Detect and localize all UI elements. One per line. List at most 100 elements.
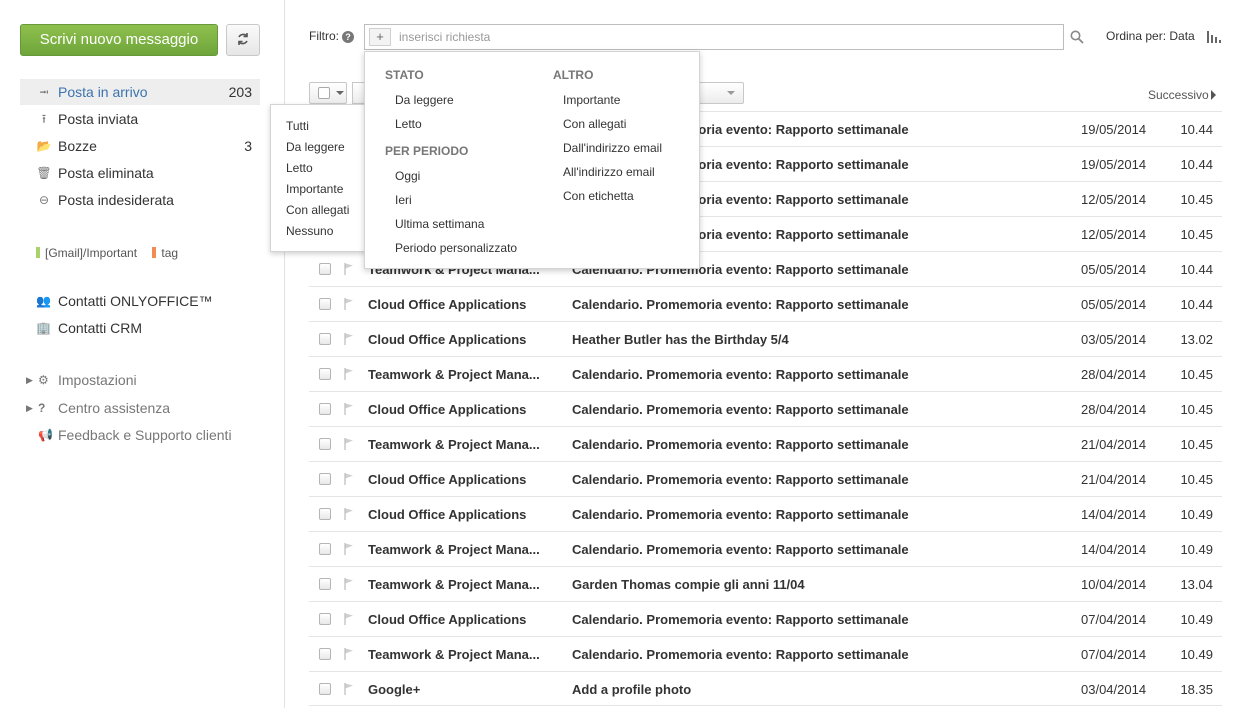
message-checkbox[interactable]	[319, 683, 331, 695]
flag-icon[interactable]	[344, 612, 354, 626]
contacts-onlyoffice[interactable]: 👥 Contatti ONLYOFFICE™	[36, 290, 213, 312]
filter-search-box[interactable]: +	[364, 24, 1064, 50]
message-checkbox[interactable]	[319, 438, 331, 450]
message-sender: Teamwork & Project Mana...	[368, 437, 540, 452]
filter-with-tag[interactable]: Con etichetta	[553, 184, 662, 208]
select-menu-item[interactable]: Letto	[271, 158, 367, 179]
select-menu-item[interactable]: Con allegati	[271, 200, 367, 221]
message-row[interactable]: Teamwork & Project Mana... Garden Thomas …	[309, 566, 1222, 601]
flag-icon[interactable]	[344, 542, 354, 556]
message-date: 21/04/2014	[1081, 437, 1147, 452]
refresh-button[interactable]	[226, 24, 260, 56]
filter-custom-period[interactable]: Periodo personalizzato	[385, 236, 517, 260]
message-row[interactable]: Cloud Office Applications Calendario. Pro…	[309, 286, 1222, 321]
flag-icon[interactable]	[344, 682, 354, 696]
sort-order-icon[interactable]	[1207, 31, 1221, 43]
feedback-link[interactable]: 📢 Feedback e Supporto clienti	[26, 424, 232, 446]
message-subject: Heather Butler has the Birthday 5/4	[572, 332, 789, 347]
message-row[interactable]: Teamwork & Project Mana... Calendario. Pr…	[309, 531, 1222, 566]
message-row[interactable]: Teamwork & Project Mana... Calendario. Pr…	[309, 426, 1222, 461]
message-subject: Calendario. Promemoria evento: Rapporto …	[572, 367, 909, 382]
filter-important[interactable]: Importante	[553, 88, 662, 112]
message-checkbox[interactable]	[319, 368, 331, 380]
message-row[interactable]: Cloud Office Applications Calendario. Pro…	[309, 391, 1222, 426]
message-time: 13.02	[1180, 332, 1213, 347]
tag-gmail-important[interactable]: [Gmail]/Important	[36, 246, 137, 260]
filter-last-week[interactable]: Ultima settimana	[385, 212, 517, 236]
message-checkbox[interactable]	[319, 578, 331, 590]
message-checkbox[interactable]	[319, 263, 331, 275]
message-checkbox[interactable]	[319, 403, 331, 415]
flag-icon[interactable]	[344, 507, 354, 521]
filter-unread[interactable]: Da leggere	[385, 88, 517, 112]
sort-by-date[interactable]: Ordina per: Data	[1106, 29, 1195, 43]
filter-search-input[interactable]	[397, 27, 1037, 47]
refresh-icon	[238, 33, 248, 45]
flag-icon[interactable]	[344, 472, 354, 486]
filter-read[interactable]: Letto	[385, 112, 517, 136]
folder-inbox[interactable]: ⭲ Posta in arrivo 203	[20, 79, 260, 105]
add-filter-button[interactable]: +	[369, 28, 391, 46]
message-row[interactable]: Cloud Office Applications Calendario. Pro…	[309, 601, 1222, 636]
arrow-right-icon[interactable]	[1211, 90, 1216, 100]
message-time: 10.45	[1180, 367, 1213, 382]
flag-icon[interactable]	[344, 437, 354, 451]
message-checkbox[interactable]	[319, 473, 331, 485]
message-checkbox[interactable]	[319, 298, 331, 310]
contacts-crm[interactable]: 🏢 Contatti CRM	[36, 317, 142, 339]
expand-arrow-icon[interactable]: ▶	[26, 369, 33, 391]
message-checkbox[interactable]	[319, 333, 331, 345]
compose-button[interactable]: Scrivi nuovo messaggio	[20, 24, 218, 56]
select-menu-item[interactable]: Da leggere	[271, 137, 367, 158]
folder-spam[interactable]: ⊖ Posta indesiderata	[20, 187, 260, 213]
filter-from-email[interactable]: Dall'indirizzo email	[553, 136, 662, 160]
message-checkbox[interactable]	[319, 543, 331, 555]
message-row[interactable]: Google+ Add a profile photo 03/04/2014 18.3…	[309, 671, 1222, 706]
folder-sent[interactable]: ⭱ Posta inviata	[20, 106, 260, 132]
select-menu-item[interactable]: Importante	[271, 179, 367, 200]
search-icon[interactable]	[1070, 30, 1084, 44]
flag-icon[interactable]	[344, 647, 354, 661]
help-center-link[interactable]: ▶ ? Centro assistenza	[26, 397, 170, 419]
select-menu-item[interactable]: Tutti	[271, 116, 367, 137]
gear-icon: ⚙	[38, 373, 49, 387]
message-row[interactable]: Teamwork & Project Mana... Calendario. Pr…	[309, 636, 1222, 671]
help-icon[interactable]: ?	[342, 31, 354, 43]
next-page-link[interactable]: Successivo	[1148, 88, 1209, 102]
select-all-dropdown[interactable]	[309, 82, 347, 104]
message-row[interactable]: Teamwork & Project Mana... Calendario. Pr…	[309, 356, 1222, 391]
select-all-checkbox[interactable]	[318, 87, 330, 99]
flag-icon[interactable]	[344, 297, 354, 311]
filter-yesterday[interactable]: Ieri	[385, 188, 517, 212]
message-checkbox[interactable]	[319, 613, 331, 625]
filter-label-text: Filtro:	[309, 29, 339, 43]
message-row[interactable]: Cloud Office Applications Calendario. Pro…	[309, 461, 1222, 496]
filter-today[interactable]: Oggi	[385, 164, 517, 188]
filter-to-email[interactable]: All'indirizzo email	[553, 160, 662, 184]
spam-icon: ⊖	[38, 193, 50, 207]
message-date: 12/05/2014	[1081, 192, 1147, 207]
folder-label: Bozze	[58, 138, 97, 154]
message-checkbox[interactable]	[319, 508, 331, 520]
help-center-label: Centro assistenza	[58, 400, 171, 416]
flag-icon[interactable]	[344, 332, 354, 346]
message-row[interactable]: Cloud Office Applications Heather Butler …	[309, 321, 1222, 356]
flag-icon[interactable]	[344, 367, 354, 381]
tag-tag[interactable]: tag	[152, 246, 178, 260]
expand-arrow-icon[interactable]: ▶	[26, 397, 33, 419]
folder-trash[interactable]: 🗑 Posta eliminata	[20, 160, 260, 186]
flag-icon[interactable]	[344, 402, 354, 416]
folder-drafts[interactable]: 📂 Bozze 3	[20, 133, 260, 159]
settings-link[interactable]: ▶ ⚙ Impostazioni	[26, 369, 137, 391]
message-time: 18.35	[1180, 682, 1213, 697]
flag-icon[interactable]	[344, 262, 354, 276]
message-checkbox[interactable]	[319, 648, 331, 660]
message-row[interactable]: Cloud Office Applications Calendario. Pro…	[309, 496, 1222, 531]
filter-with-attachments[interactable]: Con allegati	[553, 112, 662, 136]
message-time: 10.44	[1180, 157, 1213, 172]
flag-icon[interactable]	[344, 577, 354, 591]
message-sender: Teamwork & Project Mana...	[368, 577, 540, 592]
select-menu-item[interactable]: Nessuno	[271, 221, 367, 242]
message-time: 10.49	[1180, 612, 1213, 627]
chevron-down-icon	[336, 91, 344, 95]
